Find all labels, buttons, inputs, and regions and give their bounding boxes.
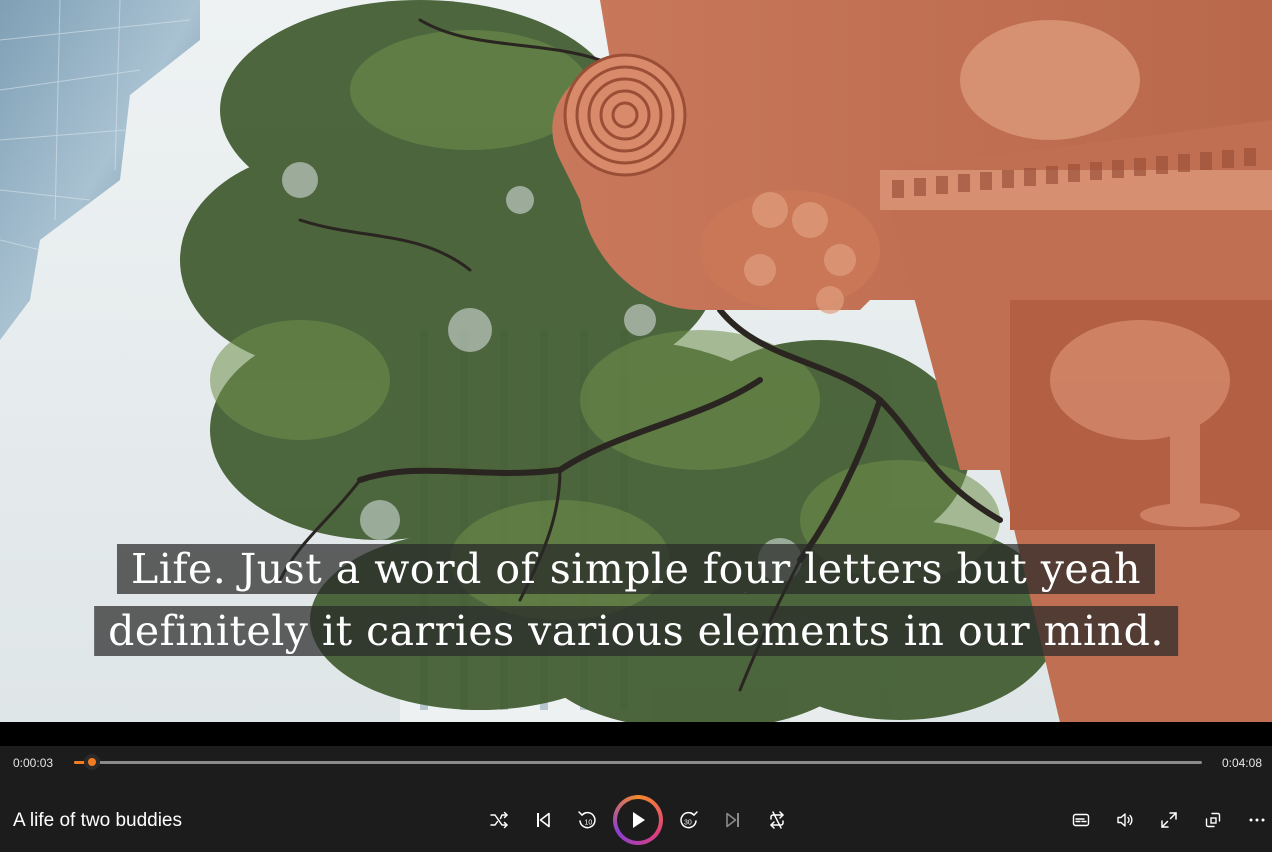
fullscreen-button[interactable] — [1155, 806, 1183, 834]
fullscreen-icon — [1161, 812, 1177, 828]
media-title: A life of two buddies — [13, 810, 182, 831]
total-time: 0:04:08 — [1221, 756, 1262, 770]
video-letterbox — [0, 722, 1272, 746]
captions-icon — [1072, 813, 1090, 827]
forward-30-icon: 30 — [680, 811, 698, 829]
forward-30-button[interactable]: 30 — [675, 806, 703, 834]
seek-thumb[interactable] — [84, 754, 100, 770]
previous-icon — [537, 812, 550, 828]
rewind-10-label: 10 — [585, 820, 593, 827]
more-button[interactable] — [1243, 806, 1271, 834]
volume-button[interactable] — [1111, 806, 1139, 834]
shuffle-icon — [490, 811, 508, 829]
next-icon — [726, 812, 739, 828]
miniplayer-icon — [1205, 812, 1221, 828]
video-frame[interactable]: Life. Just a word of simple four letters… — [0, 0, 1272, 722]
repeat-icon — [770, 811, 784, 829]
more-icon — [1249, 818, 1265, 822]
rewind-10-icon: 10 — [578, 811, 596, 829]
subtitle-line-2: definitely it carries various elements i… — [94, 606, 1178, 656]
subtitle-line-1: Life. Just a word of simple four letters… — [116, 544, 1156, 594]
captions-button[interactable] — [1067, 806, 1095, 834]
next-button[interactable] — [719, 806, 747, 834]
seek-bar[interactable] — [74, 761, 1202, 764]
shuffle-button[interactable] — [485, 806, 513, 834]
player-controls: 0:00:03 0:04:08 A life of two buddies 10 — [0, 746, 1272, 852]
play-button[interactable] — [613, 795, 663, 845]
previous-button[interactable] — [529, 806, 557, 834]
rewind-10-button[interactable]: 10 — [573, 806, 601, 834]
current-time: 0:00:03 — [13, 756, 54, 770]
miniplayer-button[interactable] — [1199, 806, 1227, 834]
repeat-button[interactable] — [763, 806, 791, 834]
play-button-inner — [617, 799, 659, 841]
forward-30-label: 30 — [684, 820, 692, 827]
play-icon — [633, 812, 645, 828]
volume-icon — [1117, 813, 1133, 827]
